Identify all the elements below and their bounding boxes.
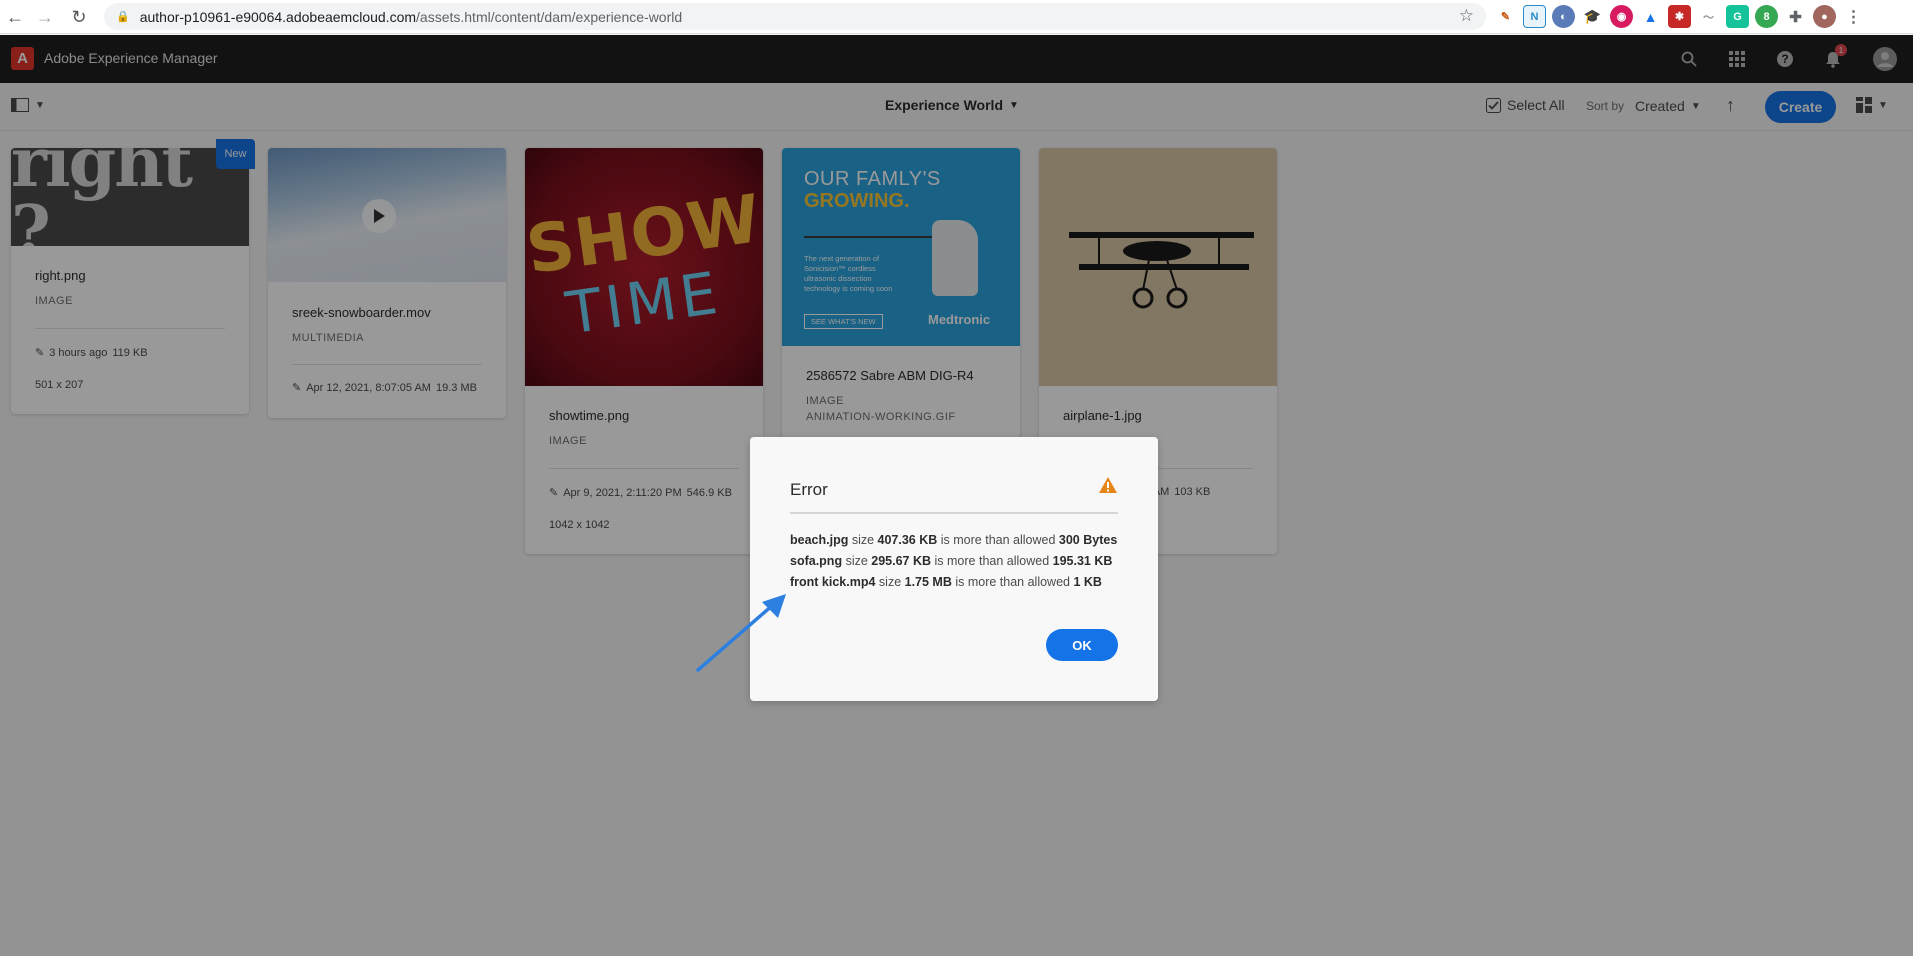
bookmark-star-icon[interactable]: ☆ — [1459, 6, 1474, 26]
address-bar[interactable]: 🔒 author-p10961-e90064.adobeaemcloud.com… — [104, 3, 1486, 30]
extension-n-icon[interactable]: N — [1523, 5, 1546, 28]
extension-pen-icon[interactable]: ✎ — [1494, 5, 1517, 28]
extension-red-icon[interactable]: ✱ — [1668, 5, 1691, 28]
error-line: beach.jpg size 407.36 KB is more than al… — [790, 533, 1118, 547]
forward-icon[interactable]: → — [30, 2, 60, 32]
dialog-divider — [790, 512, 1118, 514]
error-line: front kick.mp4 size 1.75 MB is more than… — [790, 575, 1102, 589]
menu-dots-icon[interactable]: ⋮ — [1842, 5, 1865, 28]
url-path: /assets.html/content/dam/experience-worl… — [416, 8, 683, 25]
browser-toolbar: ← → ↻ 🔒 author-p10961-e90064.adobeaemclo… — [0, 0, 1913, 34]
extension-g-icon[interactable]: G — [1726, 5, 1749, 28]
extensions-bar: ✎ N ◐ 🎓 ◉ ▲ ✱ 〜 G 8 ✚ ● ⋮ — [1494, 5, 1865, 28]
ok-button[interactable]: OK — [1046, 629, 1118, 661]
error-line: sofa.png size 295.67 KB is more than all… — [790, 554, 1113, 568]
extension-eye-icon[interactable]: ◉ — [1610, 5, 1633, 28]
extension-hat-icon[interactable]: 🎓 — [1581, 5, 1604, 28]
lock-icon: 🔒 — [116, 11, 130, 23]
extension-circle-icon[interactable]: ◐ — [1552, 5, 1575, 28]
extension-feather-icon[interactable]: 〜 — [1697, 5, 1720, 28]
extension-drive-icon[interactable]: ▲ — [1639, 5, 1662, 28]
extension-green-icon[interactable]: 8 — [1755, 5, 1778, 28]
puzzle-icon[interactable]: ✚ — [1784, 5, 1807, 28]
reload-icon[interactable]: ↻ — [64, 2, 94, 32]
back-icon[interactable]: ← — [0, 2, 30, 32]
profile-avatar[interactable]: ● — [1813, 5, 1836, 28]
error-dialog: Error beach.jpg size 407.36 KB is more t… — [750, 437, 1158, 701]
url-host: author-p10961-e90064.adobeaemcloud.com — [139, 8, 417, 25]
warning-icon — [1098, 476, 1118, 499]
annotation-arrow-icon — [696, 594, 786, 672]
dialog-title: Error — [790, 480, 828, 499]
